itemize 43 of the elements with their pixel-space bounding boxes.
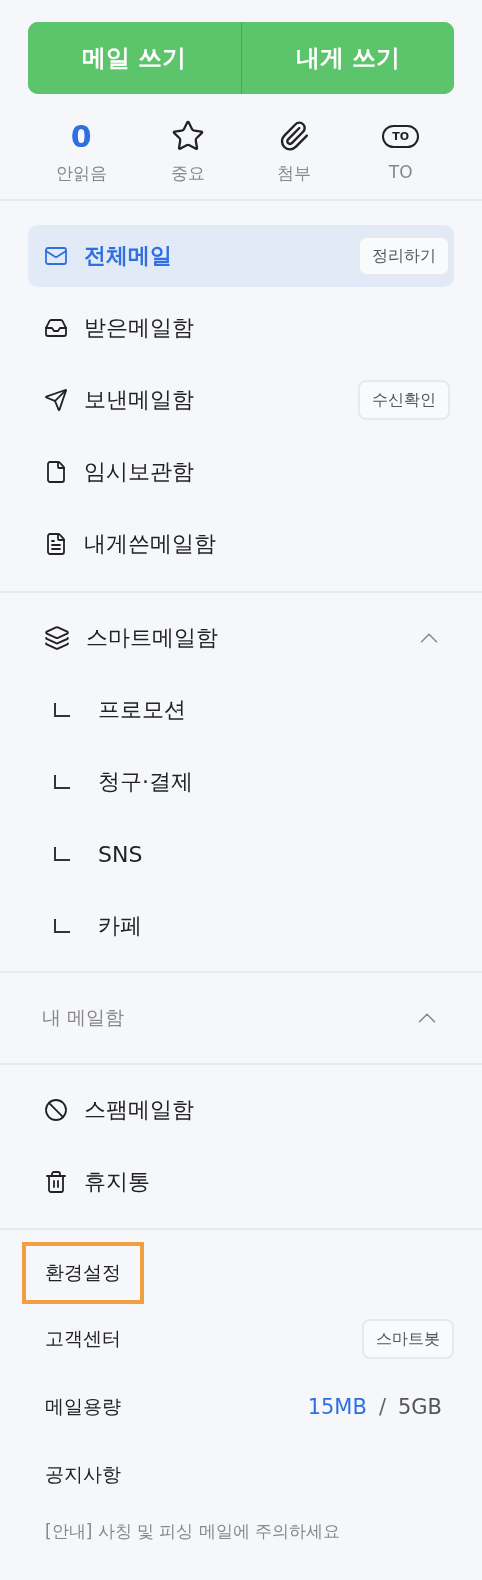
storage-total: 5GB <box>397 1395 442 1419</box>
folder-label[interactable]: 임시보관함 <box>84 457 438 487</box>
mail-icon <box>44 244 68 268</box>
settings-link[interactable]: 환경설정 <box>22 1242 144 1304</box>
layers-icon <box>44 625 70 651</box>
folder-label[interactable]: 전체메일 <box>84 241 342 271</box>
folder-item-selected[interactable]: 전체메일 정리하기 <box>28 225 454 287</box>
folder-label[interactable]: 스마트메일함 <box>86 623 398 653</box>
prohibited-icon <box>44 1098 68 1122</box>
corner-icon <box>54 703 70 717</box>
storage-separator: / <box>378 1395 386 1419</box>
subfolder-label[interactable]: 청구·결제 <box>98 767 438 797</box>
subfolder-label[interactable]: 프로모션 <box>98 695 438 725</box>
unread-count[interactable]: 0 <box>70 118 92 154</box>
document-icon <box>44 460 68 484</box>
send-icon <box>44 388 68 412</box>
storage-used: 15MB <box>307 1395 367 1419</box>
corner-icon <box>54 775 70 789</box>
folder-label[interactable]: 내게쓴메일함 <box>84 529 438 559</box>
folder-label[interactable]: 스팸메일함 <box>84 1095 438 1125</box>
corner-icon <box>54 919 70 933</box>
folder-item[interactable]: 보낸메일함 수신확인 <box>28 369 454 431</box>
folder-label[interactable]: 보낸메일함 <box>84 385 342 415</box>
folder-action-button[interactable]: 수신확인 <box>358 380 450 420</box>
support-link[interactable]: 고객센터 <box>45 1326 362 1352</box>
inbox-icon <box>44 316 68 340</box>
notices-link[interactable]: 공지사항 <box>45 1462 442 1488</box>
folder-item[interactable]: 내게쓴메일함 <box>28 513 454 575</box>
corner-icon <box>54 847 70 861</box>
star-icon[interactable] <box>170 119 205 153</box>
chatbot-button[interactable]: 스마트봇 <box>362 1319 454 1359</box>
folder-label[interactable]: 받은메일함 <box>84 313 438 343</box>
folder-action-button[interactable]: 정리하기 <box>358 236 450 276</box>
paperclip-icon[interactable] <box>278 120 311 152</box>
document-list-icon <box>44 532 68 556</box>
storage-label: 메일용량 <box>45 1394 122 1419</box>
subfolder-label[interactable]: SNS <box>98 841 438 867</box>
folder-item[interactable]: 받은메일함 <box>28 297 454 359</box>
trash-icon <box>44 1170 68 1194</box>
to-icon[interactable]: TO <box>382 124 420 148</box>
subfolder-label[interactable]: 카페 <box>98 911 438 941</box>
folder-item[interactable]: 임시보관함 <box>28 441 454 503</box>
folder-label[interactable]: 휴지통 <box>84 1167 438 1197</box>
